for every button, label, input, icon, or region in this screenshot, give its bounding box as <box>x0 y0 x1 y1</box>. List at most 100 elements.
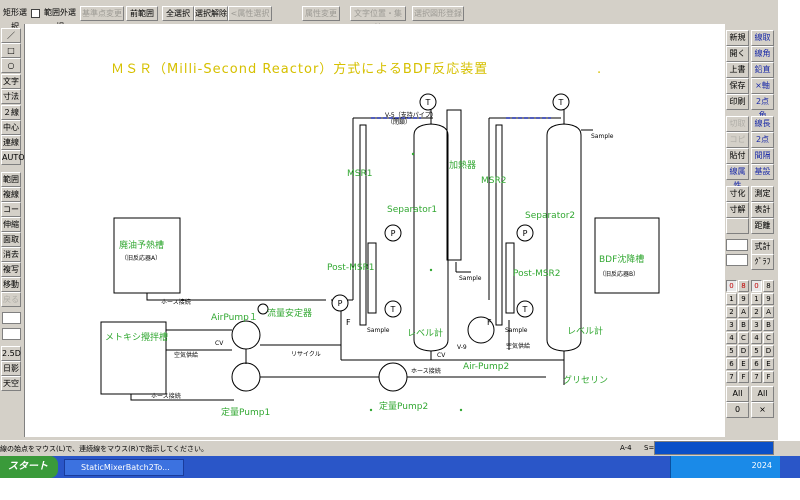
rect-tool[interactable]: □ <box>1 43 21 58</box>
layer-Bb[interactable]: B <box>763 319 774 331</box>
layer-Cb[interactable]: C <box>763 332 774 344</box>
layer-5b[interactable]: 5 <box>751 345 762 357</box>
two-point-length-button[interactable]: 2点長 <box>751 132 774 158</box>
rect-select-label[interactable]: 矩形選択 <box>0 6 30 31</box>
dim-release-button[interactable]: 寸解 <box>726 202 749 218</box>
interval-button[interactable]: 間隔 <box>751 148 774 164</box>
layer-1a[interactable]: 1 <box>726 293 737 305</box>
left-input-box-1[interactable] <box>2 312 21 324</box>
range-tool[interactable]: 範囲 <box>1 172 21 187</box>
layer-5a[interactable]: 5 <box>726 345 737 357</box>
layer-4b[interactable]: 4 <box>751 332 762 344</box>
base-point-change-button[interactable]: 基準点変更 <box>80 6 124 21</box>
layer-0b[interactable]: 0 <box>751 280 762 292</box>
print-button[interactable]: 印刷 <box>726 94 749 110</box>
layer-Ba[interactable]: B <box>738 319 749 331</box>
layer-7b[interactable]: 7 <box>751 371 762 383</box>
corner-tool[interactable]: コーナー <box>1 202 21 227</box>
x-axis-button[interactable]: ×軸 <box>751 78 774 94</box>
layer-4a[interactable]: 4 <box>726 332 737 344</box>
outside-select-checkbox[interactable] <box>31 9 40 18</box>
right-input-box-2[interactable] <box>726 254 748 266</box>
layer-Eb[interactable]: E <box>763 358 774 370</box>
text-pos-button[interactable]: 文字位置・集計 <box>350 6 406 32</box>
formula-calc-button[interactable]: 式計 <box>751 239 774 255</box>
deselect-button[interactable]: 選択解除 <box>194 6 228 21</box>
layer-8a[interactable]: 8 <box>738 280 749 292</box>
text-tool[interactable]: 文字 <box>1 74 21 89</box>
layer-all-1[interactable]: All <box>726 386 749 402</box>
circle-tool[interactable]: ○ <box>1 58 21 73</box>
layer-9a[interactable]: 9 <box>738 293 749 305</box>
vertical-scrollbar[interactable] <box>778 0 800 440</box>
save-button[interactable]: 保存 <box>726 78 749 94</box>
centerline-tool[interactable]: 中心線 <box>1 120 21 145</box>
blank-button-1[interactable] <box>726 218 749 234</box>
erase-tool[interactable]: 消去 <box>1 247 21 262</box>
layer-Aa[interactable]: A <box>738 306 749 318</box>
layer-9b[interactable]: 9 <box>763 293 774 305</box>
line-length-button[interactable]: 線長 <box>751 116 774 132</box>
2-5d-tool[interactable]: 2.5D <box>1 346 21 361</box>
left-input-box-2[interactable] <box>2 328 21 340</box>
layer-Ca[interactable]: C <box>738 332 749 344</box>
move-tool[interactable]: 移動 <box>1 277 21 292</box>
new-button[interactable]: 新規 <box>726 30 749 46</box>
layer-close-icon[interactable]: × <box>751 402 774 418</box>
attr-select-button[interactable]: <属性選択> <box>228 6 272 32</box>
prev-range-button[interactable]: 前範囲 <box>126 6 158 21</box>
vertical-button[interactable]: 鉛直 <box>751 62 774 78</box>
layer-Da[interactable]: D <box>738 345 749 357</box>
layer-1b[interactable]: 1 <box>751 293 762 305</box>
dimension-tool[interactable]: 寸法 <box>1 89 21 104</box>
measure-button[interactable]: 測定 <box>751 186 774 202</box>
layer-3b[interactable]: 3 <box>751 319 762 331</box>
layer-3a[interactable]: 3 <box>726 319 737 331</box>
table-calc-button[interactable]: 表計 <box>751 202 774 218</box>
overwrite-button[interactable]: 上書 <box>726 62 749 78</box>
line-angle-button[interactable]: 線角 <box>751 46 774 62</box>
layer-6b[interactable]: 6 <box>751 358 762 370</box>
shadow-tool[interactable]: 日影 <box>1 361 21 376</box>
base-set-button[interactable]: 基設 <box>751 164 774 180</box>
double-line-tool[interactable]: ２線 <box>1 105 21 120</box>
copy-tool[interactable]: 複写 <box>1 262 21 277</box>
open-button[interactable]: 開く <box>726 46 749 62</box>
ime-toolbar[interactable] <box>654 441 774 455</box>
layer-all-2[interactable]: All <box>751 386 774 402</box>
layer-6a[interactable]: 6 <box>726 358 737 370</box>
register-shape-button[interactable]: 選択図形登録 <box>412 6 464 21</box>
parallel-line-tool[interactable]: 複線 <box>1 187 21 202</box>
layer-7a[interactable]: 7 <box>726 371 737 383</box>
paste-button[interactable]: 貼付 <box>726 148 749 164</box>
undo-tool[interactable]: 戻る <box>1 292 21 307</box>
dim-convert-button[interactable]: 寸化 <box>726 186 749 202</box>
layer-Ea[interactable]: E <box>738 358 749 370</box>
copy-button[interactable]: コピー <box>726 132 749 158</box>
line-tool[interactable]: ／ <box>1 28 21 43</box>
attr-change-button[interactable]: 属性変更 <box>302 6 340 21</box>
connect-line-tool[interactable]: 連線 <box>1 135 21 150</box>
start-button[interactable]: スタート <box>0 456 58 478</box>
layer-0a[interactable]: 0 <box>726 280 737 292</box>
layer-zero[interactable]: 0 <box>726 402 749 418</box>
drawing-canvas[interactable]: ＭＳＲ（Milli-Second Reactor）方式によるBDF反応装置 . <box>24 24 725 437</box>
layer-2b[interactable]: 2 <box>751 306 762 318</box>
two-point-angle-button[interactable]: 2点角 <box>751 94 774 120</box>
layer-Fa[interactable]: F <box>738 371 749 383</box>
line-attr-button[interactable]: 線属性 <box>726 164 749 190</box>
layer-8b[interactable]: 8 <box>763 280 774 292</box>
cut-button[interactable]: 切取 <box>726 116 749 132</box>
stretch-tool[interactable]: 伸縮 <box>1 217 21 232</box>
select-all-button[interactable]: 全選択 <box>162 6 194 21</box>
line-take-button[interactable]: 線取 <box>751 30 774 46</box>
right-input-box-1[interactable] <box>726 239 748 251</box>
layer-Db[interactable]: D <box>763 345 774 357</box>
chamfer-tool[interactable]: 面取 <box>1 232 21 247</box>
taskbar-app-button[interactable]: StaticMixerBatch2To... <box>64 459 184 476</box>
graph-button[interactable]: ｸﾞﾗﾌ <box>751 254 774 270</box>
layer-Ab[interactable]: A <box>763 306 774 318</box>
layer-Fb[interactable]: F <box>763 371 774 383</box>
layer-2a[interactable]: 2 <box>726 306 737 318</box>
auto-tool[interactable]: AUTO <box>1 150 25 165</box>
